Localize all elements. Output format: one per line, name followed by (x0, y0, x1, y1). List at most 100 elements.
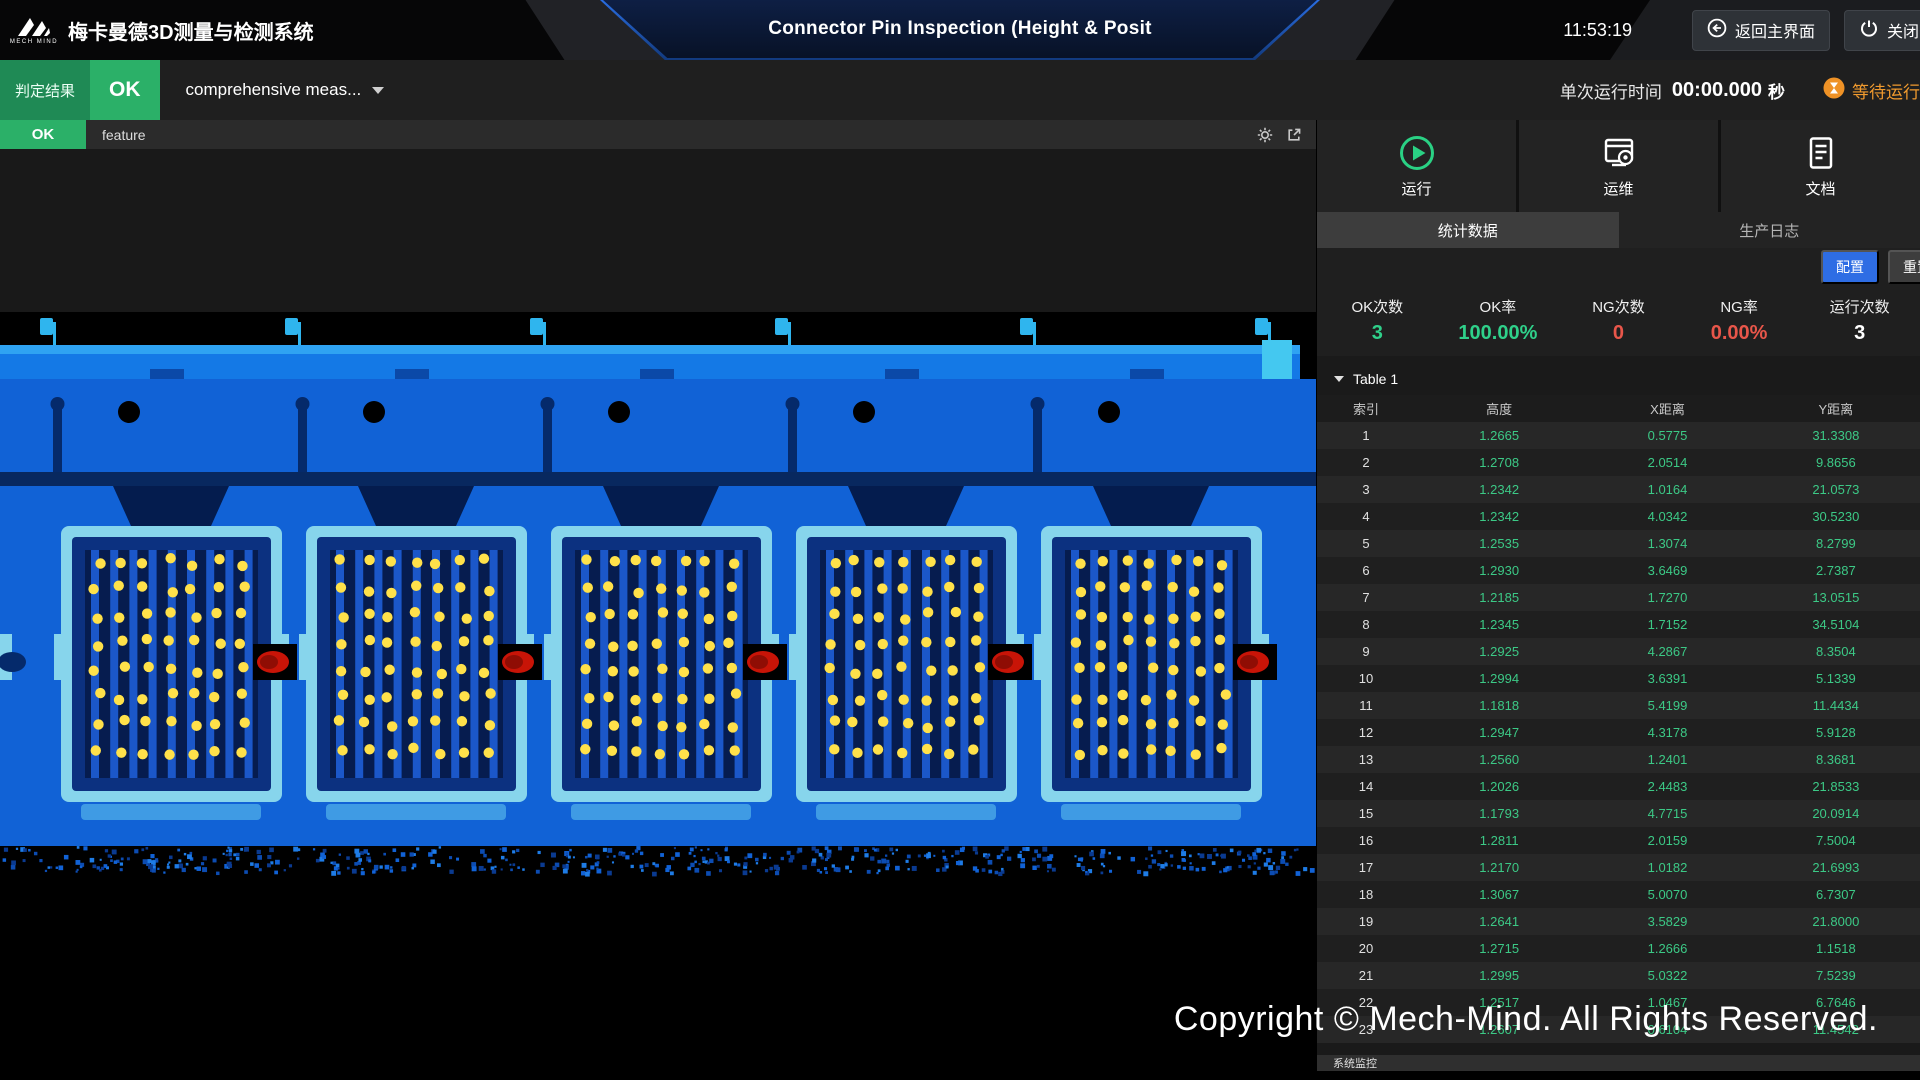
system-monitor-bar[interactable]: 系统监控 (1317, 1055, 1920, 1071)
cell-height: 1.2811 (1415, 833, 1583, 848)
table-row[interactable]: 171.21701.018221.6993 (1317, 854, 1920, 881)
shutdown-button[interactable]: 关闭系统 (1844, 10, 1920, 51)
cell-height: 1.2026 (1415, 779, 1583, 794)
document-icon (1802, 133, 1840, 173)
cell-x-distance: 2.0159 (1583, 833, 1751, 848)
cell-y-distance: 21.8533 (1752, 779, 1920, 794)
app-title: 梅卡曼德3D测量与检测系统 (68, 16, 314, 45)
cell-x-distance: 3.6391 (1583, 671, 1751, 686)
cell-index: 2 (1317, 455, 1415, 470)
table-title: Table 1 (1353, 371, 1398, 387)
cell-height: 1.3067 (1415, 887, 1583, 902)
table-row[interactable]: 111.18185.419911.4434 (1317, 692, 1920, 719)
viewer-tab-feature[interactable]: feature (86, 120, 162, 149)
table-row[interactable]: 191.26413.582921.8000 (1317, 908, 1920, 935)
table-row[interactable]: 101.29943.63915.1339 (1317, 665, 1920, 692)
stat-label: OK率 (1480, 296, 1517, 317)
reset-button[interactable]: 重置 (1888, 250, 1920, 284)
stat-value: 3 (1372, 322, 1383, 345)
cell-index: 11 (1317, 698, 1415, 713)
table-row[interactable]: 81.23451.715234.5104 (1317, 611, 1920, 638)
cell-y-distance: 2.7387 (1752, 563, 1920, 578)
panel-tabs: 统计数据生产日志 (1317, 212, 1920, 248)
cell-index: 15 (1317, 806, 1415, 821)
cell-index: 20 (1317, 941, 1415, 956)
table-row[interactable]: 181.30675.00706.7307 (1317, 881, 1920, 908)
back-to-main-button[interactable]: 返回主界面 (1692, 10, 1830, 51)
stat-label: NG率 (1720, 296, 1758, 317)
cell-height: 1.1818 (1415, 698, 1583, 713)
cell-index: 9 (1317, 644, 1415, 659)
runtime-unit: 秒 (1768, 78, 1785, 103)
cell-height: 1.2930 (1415, 563, 1583, 578)
gear-icon[interactable] (1257, 127, 1273, 143)
table-row[interactable]: 201.27151.26661.1518 (1317, 935, 1920, 962)
cell-y-distance: 13.0515 (1752, 590, 1920, 605)
table-row[interactable]: 91.29254.28678.3504 (1317, 638, 1920, 665)
cell-x-distance: 4.3178 (1583, 725, 1751, 740)
table-row[interactable]: 161.28112.01597.5004 (1317, 827, 1920, 854)
top-bar: MECH MIND 梅卡曼德3D测量与检测系统 Connector Pin In… (0, 0, 1920, 60)
table-row[interactable]: 121.29474.31785.9128 (1317, 719, 1920, 746)
stat-value: 0.00% (1711, 322, 1768, 345)
judge-result-label: 判定结果 (0, 60, 90, 120)
cell-index: 21 (1317, 968, 1415, 983)
cell-x-distance: 5.4199 (1583, 698, 1751, 713)
cell-index: 13 (1317, 752, 1415, 767)
project-banner: Connector Pin Inspection (Height & Posit (603, 0, 1317, 58)
table-row[interactable]: 131.25601.24018.3681 (1317, 746, 1920, 773)
stat-4: 运行次数3 (1799, 285, 1920, 356)
stat-value: 3 (1854, 322, 1865, 345)
column-header: 索引 (1317, 399, 1415, 418)
stat-value: 0 (1613, 322, 1624, 345)
cell-index: 12 (1317, 725, 1415, 740)
table-row[interactable]: 41.23424.034230.5230 (1317, 503, 1920, 530)
judge-result-value: OK (90, 60, 160, 120)
table-row[interactable]: 141.20262.448321.8533 (1317, 773, 1920, 800)
tab-statistics[interactable]: 统计数据 (1317, 212, 1619, 248)
table-row[interactable]: 51.25351.30748.2799 (1317, 530, 1920, 557)
cell-x-distance: 1.7270 (1583, 590, 1751, 605)
measurement-profile-dropdown[interactable]: comprehensive meas... (186, 60, 385, 120)
cell-index: 18 (1317, 887, 1415, 902)
main-area: OK feature (0, 120, 1920, 1071)
cell-index: 4 (1317, 509, 1415, 524)
table-row[interactable]: 61.29303.64692.7387 (1317, 557, 1920, 584)
cell-x-distance: 4.0342 (1583, 509, 1751, 524)
viewer-canvas (0, 149, 1316, 1071)
cell-height: 1.2345 (1415, 617, 1583, 632)
cell-x-distance: 1.7152 (1583, 617, 1751, 632)
runtime-label: 单次运行时间 (1560, 78, 1662, 103)
table-row[interactable]: 11.26650.577531.3308 (1317, 422, 1920, 449)
cell-height: 1.2995 (1415, 968, 1583, 983)
expand-icon[interactable] (1286, 127, 1302, 143)
cell-y-distance: 30.5230 (1752, 509, 1920, 524)
action-docs-button[interactable]: 文档 (1721, 120, 1920, 212)
pointcloud-image[interactable] (0, 312, 1316, 1071)
collapse-caret-icon (1334, 376, 1344, 382)
tab-production-log[interactable]: 生产日志 (1619, 212, 1920, 248)
config-button[interactable]: 配置 (1821, 250, 1879, 284)
cell-height: 1.1793 (1415, 806, 1583, 821)
stat-0: OK次数3 (1317, 285, 1438, 356)
chevron-down-icon (372, 87, 384, 94)
action-run-button[interactable]: 运行 (1317, 120, 1516, 212)
cell-x-distance: 1.3074 (1583, 536, 1751, 551)
table-collapse-header[interactable]: Table 1 (1317, 368, 1920, 390)
data-panel: 运行运维文档 统计数据生产日志 配置 重置 OK次数3OK率100.00%NG次… (1316, 120, 1920, 1071)
runtime-group: 单次运行时间 00:00.000 秒 等待运行 (1560, 60, 1920, 120)
cell-y-distance: 8.3504 (1752, 644, 1920, 659)
table-row[interactable]: 151.17934.771520.0914 (1317, 800, 1920, 827)
cell-x-distance: 2.0514 (1583, 455, 1751, 470)
table-row[interactable]: 71.21851.727013.0515 (1317, 584, 1920, 611)
table-row[interactable]: 31.23421.016421.0573 (1317, 476, 1920, 503)
cell-y-distance: 5.1339 (1752, 671, 1920, 686)
table-row[interactable]: 21.27082.05149.8656 (1317, 449, 1920, 476)
action-maintenance-button[interactable]: 运维 (1519, 120, 1718, 212)
table-row[interactable]: 211.29955.03227.5239 (1317, 962, 1920, 989)
judge-result-badge: 判定结果 OK (0, 60, 160, 120)
cell-x-distance: 1.2401 (1583, 752, 1751, 767)
cell-x-distance: 0.5775 (1583, 428, 1751, 443)
cell-x-distance: 1.0164 (1583, 482, 1751, 497)
cell-index: 19 (1317, 914, 1415, 929)
